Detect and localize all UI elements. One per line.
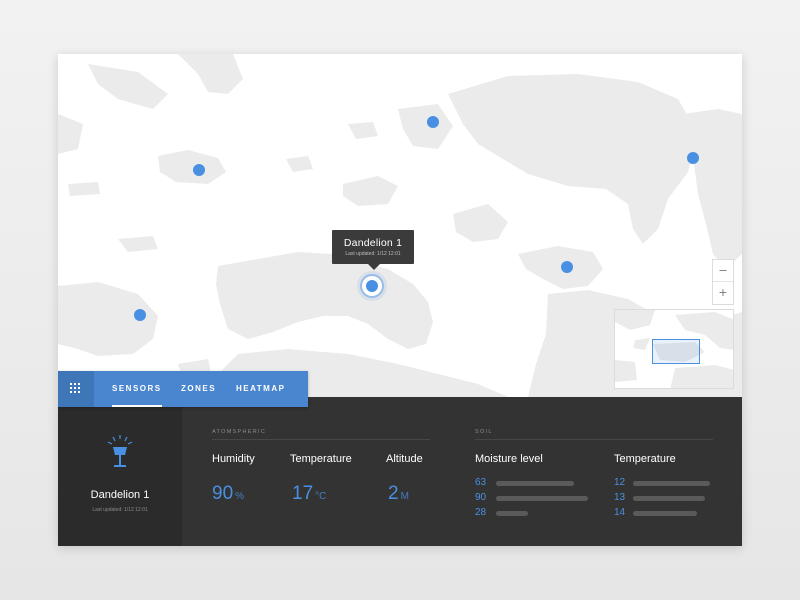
moisture-bar bbox=[496, 481, 574, 486]
marker-tooltip: Dandelion 1 Last updated: 1/12 12:01 bbox=[332, 230, 414, 270]
map-marker[interactable] bbox=[193, 164, 205, 176]
zoom-control: − + bbox=[712, 259, 734, 305]
soil-temperature-bar bbox=[633, 511, 697, 516]
device-card[interactable]: Dandelion 1 Last updated: 1/12 12:01 bbox=[58, 397, 182, 546]
humidity-unit: % bbox=[235, 491, 245, 502]
atmospheric-divider bbox=[212, 439, 430, 440]
zoom-out-button[interactable]: − bbox=[713, 260, 733, 282]
moisture-bar bbox=[496, 511, 528, 516]
soil-temperature-value: 14 bbox=[614, 507, 626, 518]
moisture-bar bbox=[496, 496, 588, 501]
moisture-value: 28 bbox=[475, 507, 487, 518]
lamp-icon bbox=[107, 435, 133, 467]
tab-bar: SENSORS ZONES HEATMAP bbox=[58, 371, 308, 407]
temperature-unit: °C bbox=[315, 491, 327, 502]
sensor-panel: Dandelion 1 Last updated: 1/12 12:01 ATO… bbox=[58, 397, 742, 546]
grid-icon[interactable] bbox=[58, 371, 94, 407]
atmospheric-label: ATOMSPHERIC bbox=[212, 429, 267, 435]
altitude-value: 2M bbox=[388, 483, 409, 505]
altitude-label: Altitude bbox=[386, 453, 423, 465]
device-last-updated: Last updated: 1/12 12:01 bbox=[92, 507, 148, 513]
soil-temperature-value: 13 bbox=[614, 492, 626, 503]
humidity-number: 90 bbox=[212, 483, 234, 504]
moisture-value: 90 bbox=[475, 492, 487, 503]
moisture-level-label: Moisture level bbox=[475, 453, 543, 465]
tooltip-title: Dandelion 1 bbox=[343, 237, 403, 249]
map-marker[interactable] bbox=[134, 309, 146, 321]
altitude-number: 2 bbox=[388, 483, 399, 504]
map-marker[interactable] bbox=[427, 116, 439, 128]
humidity-value: 90% bbox=[212, 483, 244, 505]
altitude-unit: M bbox=[400, 491, 409, 502]
device-name: Dandelion 1 bbox=[90, 489, 150, 501]
map[interactable]: Dandelion 1 Last updated: 1/12 12:01 − + bbox=[58, 54, 742, 397]
soil-temperature-bar bbox=[633, 481, 710, 486]
zoom-in-button[interactable]: + bbox=[713, 282, 733, 304]
map-marker[interactable] bbox=[561, 261, 573, 273]
soil-label: SOIL bbox=[475, 429, 493, 435]
tooltip-subtitle: Last updated: 1/12 12:01 bbox=[345, 251, 401, 257]
soil-temperature-bar bbox=[633, 496, 705, 501]
minimap[interactable] bbox=[614, 309, 734, 389]
soil-divider bbox=[475, 439, 713, 440]
soil-temperature-value: 12 bbox=[614, 477, 626, 488]
map-marker[interactable] bbox=[687, 152, 699, 164]
map-marker-selected[interactable] bbox=[366, 280, 378, 292]
temperature-value: 17 °C bbox=[292, 483, 326, 505]
moisture-value: 63 bbox=[475, 477, 487, 488]
tab-sensors[interactable]: SENSORS bbox=[112, 371, 162, 407]
tab-zones[interactable]: ZONES bbox=[181, 371, 216, 407]
app-window: Dandelion 1 Last updated: 1/12 12:01 − + bbox=[58, 54, 742, 546]
tab-heatmap[interactable]: HEATMAP bbox=[236, 371, 285, 407]
temperature-label: Temperature bbox=[290, 453, 352, 465]
soil-temperature-label: Temperature bbox=[614, 453, 676, 465]
temperature-number: 17 bbox=[292, 483, 314, 504]
humidity-label: Humidity bbox=[212, 453, 255, 465]
minimap-viewport[interactable] bbox=[652, 339, 700, 364]
